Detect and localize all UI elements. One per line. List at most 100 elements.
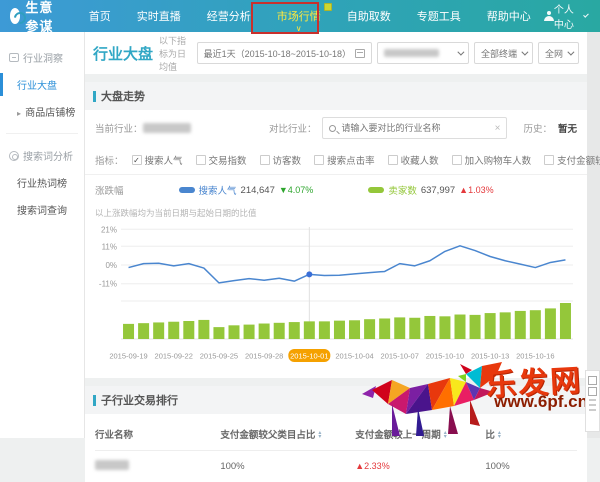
- chevron-down-icon: [583, 12, 589, 18]
- top-nav: 生意参谋 首页 实时直播 经营分析市场行情∨ 自助取数 专题工具 帮助中心 个人中心: [0, 0, 600, 32]
- column-header[interactable]: 支付金额较父类目占比▴▾: [220, 427, 355, 441]
- nav-item-label: 自助取数: [347, 8, 391, 24]
- monitor-icon: [9, 53, 19, 62]
- nav-item-4[interactable]: 自助取数: [334, 0, 404, 32]
- sidebar-item[interactable]: ▸ 商品店铺榜: [0, 98, 84, 125]
- svg-text:2015-09-22: 2015-09-22: [155, 352, 193, 361]
- compare-industry-label: 对比行业：: [269, 121, 317, 135]
- metric-checkbox[interactable]: 支付金额较父类目占比: [544, 153, 600, 167]
- column-header[interactable]: 支付金额较上一周期▴▾: [355, 427, 485, 441]
- nav-item-0[interactable]: 首页: [76, 0, 124, 32]
- nav-item-1[interactable]: 实时直播: [124, 0, 194, 32]
- metric-checkbox-group: 搜索人气交易指数访客数搜索点击率收藏人数加入购物车人数支付金额较父类目占比卖家数: [132, 153, 600, 167]
- user-menu-label: 个人中心: [554, 1, 579, 31]
- svg-text:2015-10-01: 2015-10-01: [290, 352, 328, 361]
- logo-icon: [10, 8, 20, 24]
- nav-item-3[interactable]: 市场行情∨: [264, 0, 334, 32]
- nav-item-label: 首页: [89, 8, 111, 24]
- metric-checkbox[interactable]: 加入购物车人数: [452, 153, 532, 167]
- ranking-card-header: 子行业交易排行: [85, 386, 587, 414]
- terminal-dropdown[interactable]: 全部终端: [474, 42, 533, 64]
- trend-card-header: 大盘走势: [85, 82, 587, 110]
- legend-item: 卖家数637,997▲1.03%: [368, 183, 493, 197]
- qr-icon[interactable]: [588, 376, 597, 385]
- scope-dropdown[interactable]: 全网: [538, 42, 579, 64]
- search-icon: [329, 125, 336, 132]
- current-industry-label: 当前行业：: [95, 121, 143, 135]
- legend-swatch-icon: [368, 187, 384, 193]
- sidebar-item[interactable]: 搜索词查询: [0, 196, 84, 223]
- page-title: 行业大盘: [93, 43, 153, 64]
- metric-checkbox[interactable]: 搜索人气: [132, 153, 183, 167]
- trend-chart-svg: 21%11%0%-11%2015-09-192015-09-222015-09-…: [91, 221, 581, 369]
- checkbox-icon: [314, 155, 324, 165]
- trend-card: 大盘走势 当前行业： 对比行业： × 历史： 暂无 指标： 搜索人气交易指数访客…: [85, 82, 587, 378]
- page-header: 行业大盘 以下指标为日均值 最近1天（2015-10-18~2015-10-18…: [85, 32, 587, 74]
- sidebar: 行业洞察行业大盘▸ 商品店铺榜搜索词分析行业热词榜搜索词查询: [0, 32, 85, 438]
- history-label: 历史：: [523, 121, 552, 135]
- new-badge-icon: [324, 3, 332, 11]
- svg-text:21%: 21%: [101, 225, 117, 234]
- ranking-table: 行业名称支付金额较父类目占比▴▾支付金额较上一周期▴▾比▴▾ 100%▲2.33…: [85, 414, 587, 482]
- floating-tools-widget[interactable]: [585, 370, 600, 432]
- chevron-down-icon: [457, 48, 464, 55]
- nav-item-label: 帮助中心: [487, 8, 531, 24]
- calendar-icon: [355, 49, 365, 58]
- svg-text:2015-10-04: 2015-10-04: [335, 352, 373, 361]
- metrics-label: 指标：: [95, 153, 124, 167]
- date-range-label: 最近1天（2015-10-18~2015-10-18）: [204, 47, 351, 60]
- nav-item-6[interactable]: 帮助中心: [474, 0, 544, 32]
- history-value: 暂无: [558, 121, 577, 135]
- user-icon: [544, 11, 550, 21]
- checkbox-checked-icon: [132, 155, 142, 165]
- metric-checkbox[interactable]: 收藏人数: [388, 153, 439, 167]
- blurred-industry-cell: [95, 460, 129, 470]
- legend-row-label: 涨跌幅: [95, 183, 124, 197]
- column-header: 行业名称: [95, 427, 220, 441]
- metric-checkbox[interactable]: 搜索点击率: [314, 153, 375, 167]
- column-header[interactable]: 比▴▾: [485, 427, 577, 441]
- svg-text:2015-10-16: 2015-10-16: [516, 352, 554, 361]
- svg-text:2015-09-25: 2015-09-25: [200, 352, 238, 361]
- sort-icon[interactable]: ▴▾: [444, 431, 447, 439]
- app-logo[interactable]: 生意参谋: [0, 0, 76, 35]
- sidebar-item[interactable]: 行业热词榜: [0, 169, 84, 196]
- checkbox-icon: [260, 155, 270, 165]
- table-row[interactable]: 100%▲2.33%100%: [95, 451, 577, 482]
- ranking-card: 子行业交易排行 行业名称支付金额较父类目占比▴▾支付金额较上一周期▴▾比▴▾ 1…: [85, 386, 587, 482]
- blurred-category-value: [384, 49, 439, 57]
- sort-icon[interactable]: ▴▾: [318, 431, 321, 439]
- nav-item-label: 专题工具: [417, 8, 461, 24]
- main-content: 行业大盘 以下指标为日均值 最近1天（2015-10-18~2015-10-18…: [85, 32, 587, 438]
- active-tab-caret-icon: ∨: [296, 25, 302, 33]
- ranking-section-title: 子行业交易排行: [101, 392, 178, 408]
- page-subtitle: 以下指标为日均值: [159, 34, 191, 73]
- clear-icon[interactable]: ×: [495, 123, 501, 134]
- nav-item-label: 经营分析: [207, 8, 251, 24]
- nav-item-5[interactable]: 专题工具: [404, 0, 474, 32]
- chevron-down-icon: [567, 48, 574, 55]
- chevron-down-icon: [521, 48, 528, 55]
- sidebar-section-title: 行业洞察: [0, 44, 84, 71]
- svg-text:11%: 11%: [102, 242, 117, 251]
- category-dropdown[interactable]: [377, 42, 469, 64]
- compare-search-input[interactable]: [341, 123, 489, 133]
- trend-chart[interactable]: 21%11%0%-11%2015-09-192015-09-222015-09-…: [85, 219, 587, 378]
- metric-checkbox[interactable]: 交易指数: [196, 153, 247, 167]
- sort-icon[interactable]: ▴▾: [498, 431, 501, 439]
- svg-text:2015-10-13: 2015-10-13: [471, 352, 509, 361]
- date-range-button[interactable]: 最近1天（2015-10-18~2015-10-18）: [197, 42, 372, 64]
- nav-item-label: 实时直播: [137, 8, 181, 24]
- chart-legend: 涨跌幅 搜索人气214,647▼4.07% 卖家数637,997▲1.03%: [85, 174, 587, 205]
- svg-text:2015-09-28: 2015-09-28: [245, 352, 283, 361]
- svg-text:0%: 0%: [105, 261, 117, 270]
- svg-text:2015-10-10: 2015-10-10: [426, 352, 464, 361]
- legend-item: 搜索人气214,647▼4.07%: [179, 183, 314, 197]
- svg-text:2015-10-07: 2015-10-07: [381, 352, 419, 361]
- nav-item-2[interactable]: 经营分析: [194, 0, 264, 32]
- checkbox-icon: [388, 155, 398, 165]
- sidebar-item[interactable]: 行业大盘: [0, 71, 84, 98]
- user-menu[interactable]: 个人中心: [544, 1, 600, 31]
- metric-checkbox[interactable]: 访客数: [260, 153, 302, 167]
- feedback-icon[interactable]: [588, 387, 597, 396]
